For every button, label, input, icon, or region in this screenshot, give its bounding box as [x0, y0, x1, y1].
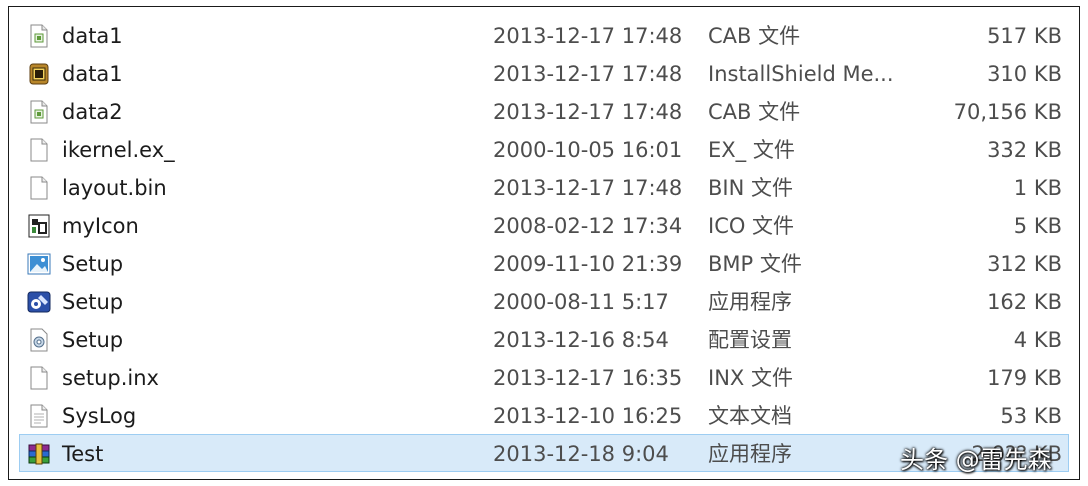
blank-file-icon — [26, 137, 52, 163]
file-name: SysLog — [62, 404, 137, 428]
file-modified-date: 2013-12-10 16:25 — [493, 404, 683, 428]
file-type: 应用程序 — [708, 442, 792, 466]
file-type: EX_ 文件 — [708, 138, 795, 162]
cab-file-icon — [26, 23, 52, 49]
file-row[interactable]: setup.inx 2013-12-17 16:35 INX 文件 179 KB — [19, 358, 1069, 396]
bitmap-image-icon — [26, 251, 52, 277]
file-modified-date: 2013-12-17 17:48 — [493, 62, 683, 86]
file-size: 1 KB — [1013, 176, 1062, 200]
file-row[interactable]: myIcon 2008-02-12 17:34 ICO 文件 5 KB — [19, 206, 1069, 244]
file-row[interactable]: Setup 2013-12-16 8:54 配置设置 4 KB — [19, 320, 1069, 358]
file-row[interactable]: Setup 2009-11-10 21:39 BMP 文件 312 KB — [19, 244, 1069, 282]
file-type: CAB 文件 — [708, 100, 801, 124]
file-size: 4 KB — [1013, 328, 1062, 352]
file-row[interactable]: ikernel.ex_ 2000-10-05 16:01 EX_ 文件 332 KB — [19, 130, 1069, 168]
file-type: INX 文件 — [708, 366, 793, 390]
blank-file-icon — [26, 365, 52, 391]
file-modified-date: 2013-12-16 8:54 — [493, 328, 669, 352]
file-type: BIN 文件 — [708, 176, 793, 200]
winrar-application-icon — [26, 441, 52, 467]
file-row[interactable]: data1 2013-12-17 17:48 InstallShield Me...… — [19, 54, 1069, 92]
file-size: 53 KB — [1000, 404, 1062, 428]
file-type: 文本文档 — [708, 404, 792, 428]
file-size: 310 KB — [987, 62, 1062, 86]
file-row[interactable]: data2 2013-12-17 17:48 CAB 文件 70,156 KB — [19, 92, 1069, 130]
file-modified-date: 2013-12-18 9:04 — [493, 442, 669, 466]
file-type: ICO 文件 — [708, 214, 795, 238]
file-modified-date: 2013-12-17 16:35 — [493, 366, 683, 390]
file-type: BMP 文件 — [708, 252, 802, 276]
file-size: 179 KB — [987, 366, 1062, 390]
file-type: InstallShield Me... — [708, 62, 894, 86]
blank-file-icon — [26, 175, 52, 201]
file-list-pane: data1 2013-12-17 17:48 CAB 文件 517 KB data1 20… — [8, 6, 1080, 480]
file-type: 应用程序 — [708, 290, 792, 314]
file-size: 162 KB — [987, 290, 1062, 314]
file-size: 5 KB — [1013, 214, 1062, 238]
file-modified-date: 2000-10-05 16:01 — [493, 138, 683, 162]
file-name: data1 — [62, 62, 123, 86]
installshield-file-icon — [26, 61, 52, 87]
file-row[interactable]: SysLog 2013-12-10 16:25 文本文档 53 KB — [19, 396, 1069, 434]
file-modified-date: 2008-02-12 17:34 — [493, 214, 683, 238]
file-name: setup.inx — [62, 366, 159, 390]
file-modified-date: 2013-12-17 17:48 — [493, 24, 683, 48]
file-size: 332 KB — [987, 138, 1062, 162]
file-row[interactable]: Setup 2000-08-11 5:17 应用程序 162 KB — [19, 282, 1069, 320]
file-name: Setup — [62, 328, 124, 352]
watermark: 头条 @雷先森 — [900, 446, 1052, 474]
file-type: 配置设置 — [708, 328, 792, 352]
file-name: data1 — [62, 24, 123, 48]
file-modified-date: 2000-08-11 5:17 — [493, 290, 669, 314]
file-modified-date: 2009-11-10 21:39 — [493, 252, 683, 276]
file-modified-date: 2013-12-17 17:48 — [493, 100, 683, 124]
file-modified-date: 2013-12-17 17:48 — [493, 176, 683, 200]
config-settings-icon — [26, 327, 52, 353]
ico-file-icon — [26, 213, 52, 239]
file-name: Setup — [62, 290, 124, 314]
file-name: layout.bin — [62, 176, 167, 200]
file-list: data1 2013-12-17 17:48 CAB 文件 517 KB data1 20… — [9, 16, 1079, 472]
cab-file-icon — [26, 99, 52, 125]
setup-application-icon — [26, 289, 52, 315]
file-type: CAB 文件 — [708, 24, 801, 48]
file-row[interactable]: layout.bin 2013-12-17 17:48 BIN 文件 1 KB — [19, 168, 1069, 206]
file-size: 70,156 KB — [953, 100, 1062, 124]
file-name: myIcon — [62, 214, 139, 238]
file-size: 517 KB — [987, 24, 1062, 48]
file-size: 312 KB — [987, 252, 1062, 276]
file-name: Test — [62, 442, 104, 466]
file-name: data2 — [62, 100, 123, 124]
file-name: Setup — [62, 252, 124, 276]
file-row[interactable]: data1 2013-12-17 17:48 CAB 文件 517 KB — [19, 16, 1069, 54]
file-name: ikernel.ex_ — [62, 138, 175, 162]
text-document-icon — [26, 403, 52, 429]
